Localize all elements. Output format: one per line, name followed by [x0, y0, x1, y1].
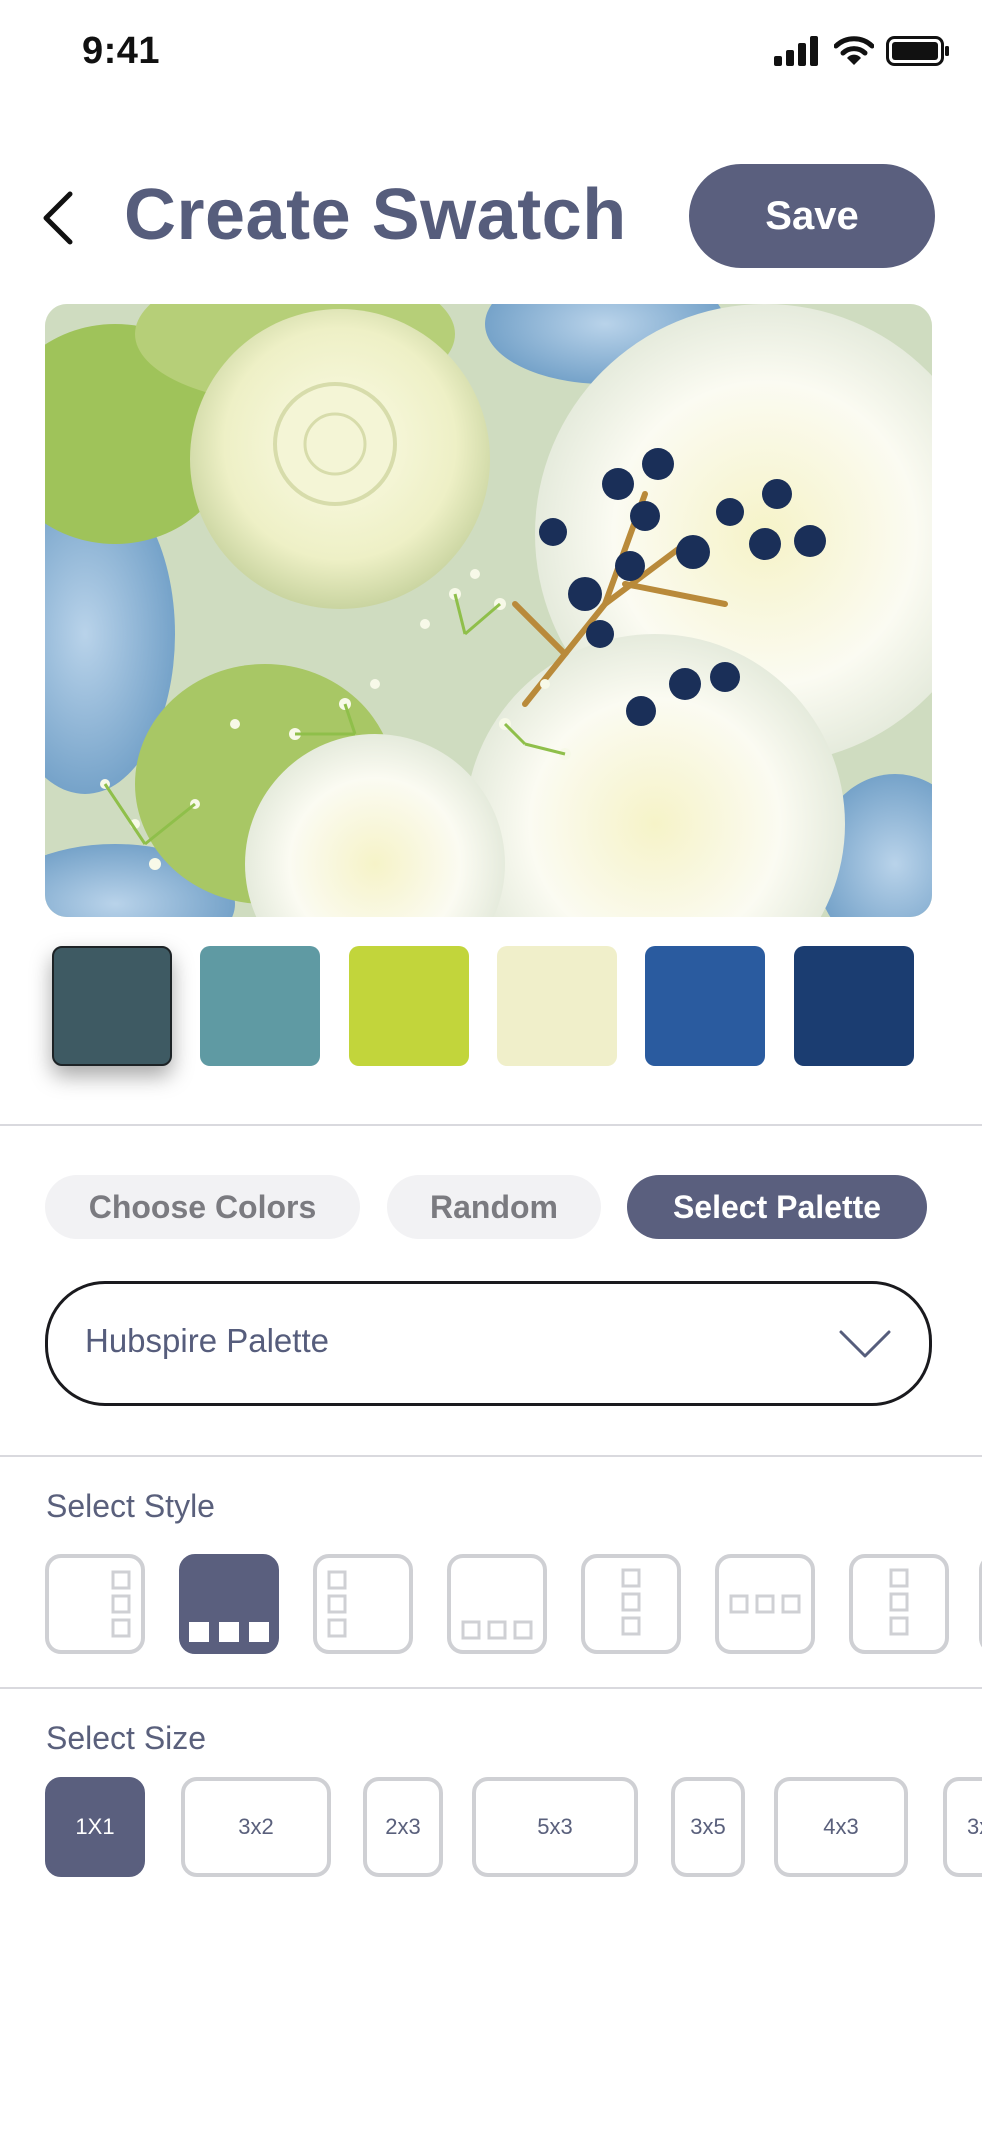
swatch-3[interactable] — [349, 946, 469, 1066]
layout-column-center-icon — [621, 1568, 641, 1636]
mode-tabs: Choose Colors Random Select Palette — [45, 1175, 935, 1239]
select-palette-chip[interactable]: Select Palette — [627, 1175, 927, 1239]
layout-row-bottom-icon — [461, 1620, 533, 1640]
style-option-2[interactable] — [179, 1554, 279, 1654]
palette-dropdown[interactable]: Hubspire Palette — [45, 1281, 932, 1406]
header: Create Swatch Save — [0, 160, 982, 270]
random-chip[interactable]: Random — [387, 1175, 601, 1239]
signal-icon — [774, 36, 818, 66]
size-option-4x3[interactable]: 4x3 — [774, 1777, 908, 1877]
size-option-3x5[interactable]: 3x5 — [671, 1777, 745, 1877]
wifi-icon — [834, 36, 874, 65]
divider — [0, 1124, 982, 1126]
style-option-7[interactable] — [849, 1554, 949, 1654]
status-time: 9:41 — [82, 30, 161, 72]
palette-value: Hubspire Palette — [85, 1322, 329, 1359]
size-option-3x4[interactable]: 3x4 — [943, 1777, 982, 1877]
style-option-3[interactable] — [313, 1554, 413, 1654]
divider — [0, 1687, 982, 1689]
size-options: 1X1 3x2 2x3 5x3 3x5 4x3 3x4 — [45, 1777, 982, 1877]
select-style-label: Select Style — [46, 1488, 215, 1524]
select-size-label: Select Size — [46, 1720, 207, 1756]
swatch-5[interactable] — [645, 946, 765, 1066]
chevron-left-icon — [43, 191, 73, 245]
swatch-row — [52, 946, 932, 1066]
back-button[interactable] — [36, 188, 82, 248]
source-photo[interactable] — [45, 304, 932, 917]
style-option-1[interactable] — [45, 1554, 145, 1654]
swatch-6[interactable] — [794, 946, 914, 1066]
divider — [0, 1455, 982, 1457]
size-option-3x2[interactable]: 3x2 — [181, 1777, 331, 1877]
bouquet-image — [45, 304, 932, 917]
style-option-5[interactable] — [581, 1554, 681, 1654]
page-title: Create Swatch — [124, 175, 627, 255]
size-option-5x3[interactable]: 5x3 — [472, 1777, 638, 1877]
layout-column-left-icon — [327, 1570, 347, 1638]
battery-icon — [886, 36, 949, 66]
swatch-4[interactable] — [497, 946, 617, 1066]
style-option-6[interactable] — [715, 1554, 815, 1654]
status-bar: 9:41 — [0, 0, 982, 110]
size-option-2x3[interactable]: 2x3 — [363, 1777, 443, 1877]
save-button[interactable]: Save — [689, 164, 935, 268]
chevron-down-icon — [839, 1330, 891, 1358]
size-option-1x1[interactable]: 1X1 — [45, 1777, 145, 1877]
layout-column-right-icon — [111, 1570, 131, 1638]
style-options — [45, 1554, 982, 1654]
swatch-1[interactable] — [52, 946, 172, 1066]
layout-column-center-icon — [889, 1568, 909, 1636]
status-icons — [774, 36, 950, 66]
style-option-4[interactable] — [447, 1554, 547, 1654]
choose-colors-chip[interactable]: Choose Colors — [45, 1175, 360, 1239]
layout-row-bottom-icon — [189, 1622, 269, 1642]
swatch-2[interactable] — [200, 946, 320, 1066]
layout-row-center-icon — [729, 1594, 801, 1614]
